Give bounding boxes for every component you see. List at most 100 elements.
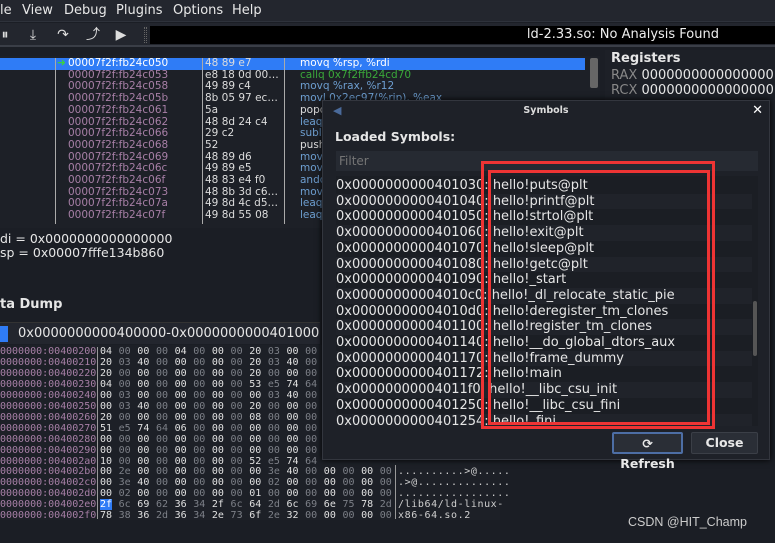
hex-byte[interactable]: 00 bbox=[137, 379, 149, 390]
hex-byte[interactable]: 6c bbox=[287, 499, 299, 510]
hex-byte[interactable]: 00 bbox=[193, 379, 205, 390]
hex-byte[interactable]: 00 bbox=[119, 346, 131, 357]
hex-byte[interactable]: 3e bbox=[268, 466, 280, 477]
hex-byte[interactable]: 06 bbox=[175, 423, 187, 434]
hex-byte[interactable]: 2d bbox=[156, 510, 168, 521]
hex-byte[interactable]: 00 bbox=[193, 346, 205, 357]
hex-byte[interactable]: 10 bbox=[100, 456, 112, 467]
hex-byte[interactable]: 00 bbox=[287, 412, 299, 423]
hex-byte[interactable]: 20 bbox=[249, 401, 261, 412]
hex-byte[interactable]: 03 bbox=[119, 401, 131, 412]
hex-byte[interactable]: 00 bbox=[231, 390, 243, 401]
hex-byte[interactable]: 00 bbox=[380, 466, 392, 477]
register-rcx[interactable]: RCX 0000000000000000 bbox=[611, 83, 774, 98]
hex-byte[interactable]: 00 bbox=[305, 368, 317, 379]
hex-byte[interactable]: 00 bbox=[156, 477, 168, 488]
hex-byte[interactable]: 62 bbox=[156, 499, 168, 510]
hex-byte[interactable]: 00 bbox=[268, 423, 280, 434]
close-icon[interactable]: ✕ bbox=[752, 103, 763, 118]
hex-byte[interactable]: 00 bbox=[100, 401, 112, 412]
hex-byte[interactable]: 00 bbox=[249, 477, 261, 488]
hex-byte[interactable]: 00 bbox=[100, 434, 112, 445]
hex-byte[interactable]: 00 bbox=[249, 423, 261, 434]
hex-byte[interactable]: 00 bbox=[324, 510, 336, 521]
hex-byte[interactable]: 00 bbox=[193, 368, 205, 379]
hex-byte[interactable]: 64 bbox=[305, 456, 317, 467]
hex-byte[interactable]: 00 bbox=[231, 488, 243, 499]
hex-byte[interactable]: 36 bbox=[175, 499, 187, 510]
hex-byte[interactable]: 2d bbox=[380, 499, 392, 510]
hex-byte[interactable]: 40 bbox=[287, 466, 299, 477]
hex-byte[interactable]: 00 bbox=[268, 434, 280, 445]
hex-byte[interactable]: 00 bbox=[324, 477, 336, 488]
hex-byte[interactable]: 20 bbox=[100, 368, 112, 379]
hex-byte[interactable]: 00 bbox=[231, 379, 243, 390]
hex-byte[interactable]: 03 bbox=[268, 357, 280, 368]
hex-byte[interactable]: 00 bbox=[175, 477, 187, 488]
hex-byte[interactable]: 53 bbox=[249, 379, 261, 390]
hex-byte[interactable]: 00 bbox=[380, 488, 392, 499]
hex-byte[interactable]: 00 bbox=[156, 390, 168, 401]
symbol-list-scrollbar[interactable] bbox=[753, 301, 757, 356]
hex-byte[interactable]: 00 bbox=[156, 456, 168, 467]
run-icon[interactable]: ▶ bbox=[112, 26, 130, 44]
hex-byte[interactable]: 00 bbox=[212, 488, 224, 499]
hex-byte[interactable]: 52 bbox=[249, 456, 261, 467]
hex-byte[interactable]: 40 bbox=[287, 390, 299, 401]
hex-byte[interactable]: 00 bbox=[231, 477, 243, 488]
hex-byte[interactable]: 34 bbox=[193, 510, 205, 521]
hex-byte[interactable]: 00 bbox=[324, 466, 336, 477]
hex-byte[interactable]: 74 bbox=[287, 456, 299, 467]
hex-byte[interactable]: 00 bbox=[287, 445, 299, 456]
hex-byte[interactable]: 00 bbox=[193, 390, 205, 401]
hex-byte[interactable]: 00 bbox=[193, 477, 205, 488]
hex-byte[interactable]: 00 bbox=[305, 510, 317, 521]
hex-byte[interactable]: 00 bbox=[100, 488, 112, 499]
hex-byte[interactable]: 74 bbox=[137, 423, 149, 434]
hex-byte[interactable]: 00 bbox=[231, 401, 243, 412]
hex-byte[interactable]: 36 bbox=[175, 510, 187, 521]
hex-byte[interactable]: 00 bbox=[361, 488, 373, 499]
hex-byte[interactable]: 03 bbox=[119, 390, 131, 401]
menu-help[interactable]: Help bbox=[232, 3, 262, 18]
hex-byte[interactable]: 00 bbox=[342, 488, 354, 499]
hex-byte[interactable]: 00 bbox=[119, 412, 131, 423]
menu-plugins[interactable]: Plugins bbox=[116, 3, 163, 18]
hex-byte[interactable]: 3e bbox=[119, 477, 131, 488]
hex-byte[interactable]: 00 bbox=[212, 368, 224, 379]
hex-byte[interactable]: 40 bbox=[287, 357, 299, 368]
hex-byte[interactable]: 00 bbox=[249, 390, 261, 401]
menu-options[interactable]: Options bbox=[173, 3, 223, 18]
hex-byte[interactable]: 00 bbox=[380, 477, 392, 488]
disasm-row[interactable]: ➜ 00007f2f:fb24c050 48 89 e7 movq %rsp, %rd… bbox=[0, 57, 585, 70]
hex-byte[interactable]: 00 bbox=[119, 368, 131, 379]
hex-byte[interactable]: 00 bbox=[305, 466, 317, 477]
hex-byte[interactable]: 00 bbox=[193, 445, 205, 456]
hex-byte[interactable]: 00 bbox=[137, 412, 149, 423]
hex-byte[interactable]: 00 bbox=[212, 412, 224, 423]
hex-byte[interactable]: 6f bbox=[249, 510, 261, 521]
hex-byte[interactable]: 00 bbox=[287, 423, 299, 434]
hex-byte[interactable]: 00 bbox=[231, 466, 243, 477]
hex-byte[interactable]: e5 bbox=[268, 456, 280, 467]
hex-byte[interactable]: 40 bbox=[137, 401, 149, 412]
hex-byte[interactable]: 03 bbox=[119, 357, 131, 368]
hex-byte[interactable]: 6c bbox=[231, 499, 243, 510]
hex-byte[interactable]: 08 bbox=[249, 412, 261, 423]
toolbar-grip[interactable] bbox=[144, 27, 147, 43]
hex-byte[interactable]: 74 bbox=[287, 379, 299, 390]
hex-byte[interactable]: 64 bbox=[305, 379, 317, 390]
hex-byte[interactable]: 00 bbox=[305, 423, 317, 434]
hex-byte[interactable]: 20 bbox=[249, 357, 261, 368]
hex-byte[interactable]: 6c bbox=[119, 499, 131, 510]
hex-byte[interactable]: 00 bbox=[137, 434, 149, 445]
hex-byte[interactable]: 20 bbox=[249, 368, 261, 379]
hex-byte[interactable]: 00 bbox=[193, 488, 205, 499]
hex-byte[interactable]: 00 bbox=[212, 401, 224, 412]
hex-byte[interactable]: 00 bbox=[156, 368, 168, 379]
hex-byte[interactable]: 00 bbox=[175, 466, 187, 477]
hex-byte[interactable]: 00 bbox=[212, 477, 224, 488]
hex-byte[interactable]: 00 bbox=[268, 445, 280, 456]
hex-byte[interactable]: e5 bbox=[119, 423, 131, 434]
hex-byte[interactable]: 20 bbox=[100, 412, 112, 423]
